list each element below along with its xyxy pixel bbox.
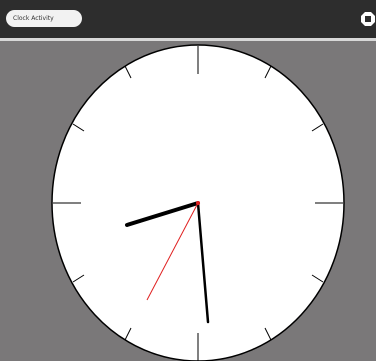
- toolbar: Clock Activity: [0, 0, 376, 38]
- clock-canvas: [7, 41, 376, 361]
- activity-title-entry[interactable]: Clock Activity: [6, 10, 82, 27]
- clock-svg: [51, 44, 345, 361]
- stop-button[interactable]: [360, 11, 376, 27]
- clock-center: [196, 201, 200, 205]
- stop-icon: [361, 12, 375, 26]
